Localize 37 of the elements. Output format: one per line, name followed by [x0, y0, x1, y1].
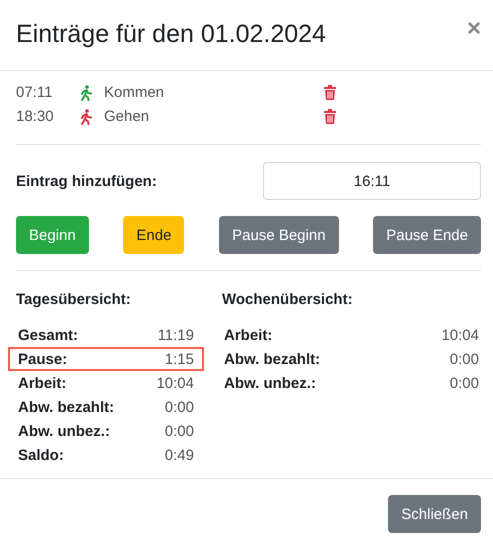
summary-value: 11:19 — [158, 326, 194, 344]
summary-label: Abw. bezahlt: — [18, 398, 114, 416]
summary-label: Saldo: — [18, 446, 64, 464]
summary-label: Arbeit: — [18, 374, 66, 392]
section-title: Wochenübersicht: — [222, 291, 354, 310]
entry-type: Gehen — [104, 108, 150, 125]
summary-value: 0:49 — [164, 446, 194, 464]
close-button[interactable]: × — [466, 17, 481, 51]
summary-label: Abw. unbez.: — [224, 374, 316, 392]
close-button[interactable]: Schließen — [388, 495, 481, 533]
summary-value: 10:04 — [441, 326, 479, 344]
action-button[interactable]: Ende — [123, 216, 184, 254]
entry-type: Kommen — [104, 84, 166, 101]
summary-label: Gesamt: — [18, 326, 78, 344]
summary-value: 0:00 — [164, 398, 194, 416]
action-button[interactable]: Beginn — [16, 216, 89, 254]
trash-icon[interactable] — [324, 85, 336, 100]
dialog-title: Einträge für den 01.02.2024 — [16, 20, 326, 48]
summary-value: 0:00 — [450, 374, 479, 392]
field-label: Eintrag hinzufügen: — [16, 172, 157, 190]
entry-time: 07:11 — [16, 84, 54, 101]
summary-label: Pause: — [18, 350, 68, 368]
summary-label: Abw. unbez.: — [18, 422, 110, 440]
time-field[interactable]: 16:11 — [263, 162, 481, 200]
action-button[interactable]: Pause Beginn — [219, 216, 339, 254]
summary-label: Arbeit: — [224, 326, 272, 344]
walking-person-icon — [80, 84, 92, 100]
summary-value: 10:04 — [156, 374, 194, 392]
action-button[interactable]: Pause Ende — [373, 216, 481, 254]
walking-person-icon — [80, 108, 92, 124]
summary-value: 0:00 — [164, 422, 194, 440]
trash-icon[interactable] — [324, 109, 336, 124]
entry-time: 18:30 — [16, 108, 55, 125]
summary-value: 0:00 — [450, 350, 479, 368]
section-title: Tagesübersicht: — [16, 291, 132, 310]
summary-label: Abw. bezahlt: — [224, 350, 320, 368]
summary-value: 1:15 — [164, 350, 194, 368]
